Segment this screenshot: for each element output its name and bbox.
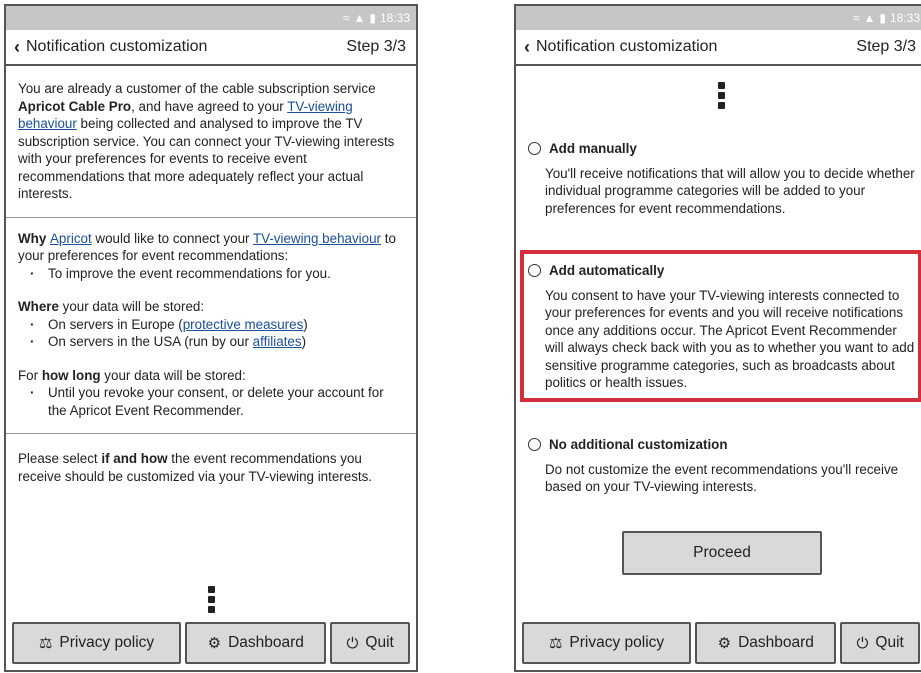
- power-icon: ⏻: [856, 634, 869, 652]
- step-indicator: Step 3/3: [856, 38, 916, 55]
- header: ‹ Notification customization Step 3/3: [516, 30, 921, 66]
- dashboard-button[interactable]: ⚙ Dashboard: [185, 622, 327, 664]
- scroll-more-icon[interactable]: [6, 586, 416, 613]
- status-time: 18:33: [889, 11, 920, 25]
- storage-usa-bullet: On servers in the USA (run by our affili…: [30, 333, 404, 351]
- battery-icon: ▮: [879, 11, 886, 25]
- selection-prompt: Please select if and how the event recom…: [18, 451, 373, 484]
- quit-button[interactable]: ⏻ Quit: [330, 622, 410, 664]
- apricot-link[interactable]: Apricot: [50, 231, 92, 246]
- status-time: 18:33: [379, 11, 410, 25]
- purpose-bullet: To improve the event recommendations for…: [30, 265, 404, 283]
- radio-button[interactable]: [528, 438, 541, 452]
- power-icon: ⏻: [346, 634, 359, 652]
- signal-icon: ▲: [863, 11, 876, 25]
- protective-measures-link[interactable]: protective measures: [183, 317, 304, 332]
- page-title: Notification customization: [536, 38, 718, 55]
- affiliates-link[interactable]: affiliates: [253, 334, 302, 349]
- scale-icon: ⚖: [548, 635, 563, 652]
- step-indicator: Step 3/3: [346, 38, 406, 55]
- back-chevron-icon[interactable]: ‹: [524, 38, 530, 56]
- privacy-policy-button[interactable]: ⚖ Privacy policy: [12, 622, 182, 664]
- storage-europe-bullet: On servers in Europe (protective measure…: [30, 316, 404, 334]
- gear-icon: ⚙: [207, 635, 222, 652]
- scale-icon: ⚖: [38, 635, 53, 652]
- page-title: Notification customization: [26, 38, 208, 55]
- proceed-button[interactable]: Proceed: [622, 531, 822, 575]
- option-add-manually[interactable]: Add manually You'll receive notification…: [528, 140, 916, 217]
- data-info-section: Why Apricot would like to connect your T…: [6, 218, 416, 434]
- signal-icon: ▲: [353, 11, 366, 25]
- service-name: Apricot Cable Pro: [18, 98, 132, 114]
- phone-screen-right: ≈ ▲ ▮ 18:33 ‹ Notification customization…: [514, 4, 921, 672]
- status-bar: ≈ ▲ ▮ 18:33: [516, 6, 921, 30]
- option-add-automatically[interactable]: Add automatically You consent to have yo…: [528, 262, 916, 392]
- bottom-bar: ⚖ Privacy policy ⚙ Dashboard ⏻ Quit: [522, 622, 920, 664]
- radio-button[interactable]: [528, 264, 541, 278]
- phone-screen-left: ≈ ▲ ▮ 18:33 ‹ Notification customization…: [4, 4, 418, 672]
- wifi-icon: ≈: [342, 11, 350, 25]
- header: ‹ Notification customization Step 3/3: [6, 30, 416, 66]
- gear-icon: ⚙: [717, 635, 732, 652]
- privacy-policy-button[interactable]: ⚖ Privacy policy: [522, 622, 692, 664]
- battery-icon: ▮: [369, 11, 376, 25]
- back-chevron-icon[interactable]: ‹: [14, 38, 20, 56]
- tv-viewing-behaviour-link-2[interactable]: TV-viewing behaviour: [253, 231, 381, 246]
- bottom-bar: ⚖ Privacy policy ⚙ Dashboard ⏻ Quit: [12, 622, 410, 664]
- intro-section: You are already a customer of the cable …: [6, 66, 416, 218]
- radio-button[interactable]: [528, 142, 541, 156]
- status-bar: ≈ ▲ ▮ 18:33: [6, 6, 416, 30]
- retention-bullet: Until you revoke your consent, or delete…: [30, 384, 404, 419]
- option-no-customization[interactable]: No additional customization Do not custo…: [528, 436, 916, 496]
- scroll-more-icon[interactable]: [516, 82, 921, 109]
- dashboard-button[interactable]: ⚙ Dashboard: [695, 622, 837, 664]
- quit-button[interactable]: ⏻ Quit: [840, 622, 920, 664]
- wifi-icon: ≈: [852, 11, 860, 25]
